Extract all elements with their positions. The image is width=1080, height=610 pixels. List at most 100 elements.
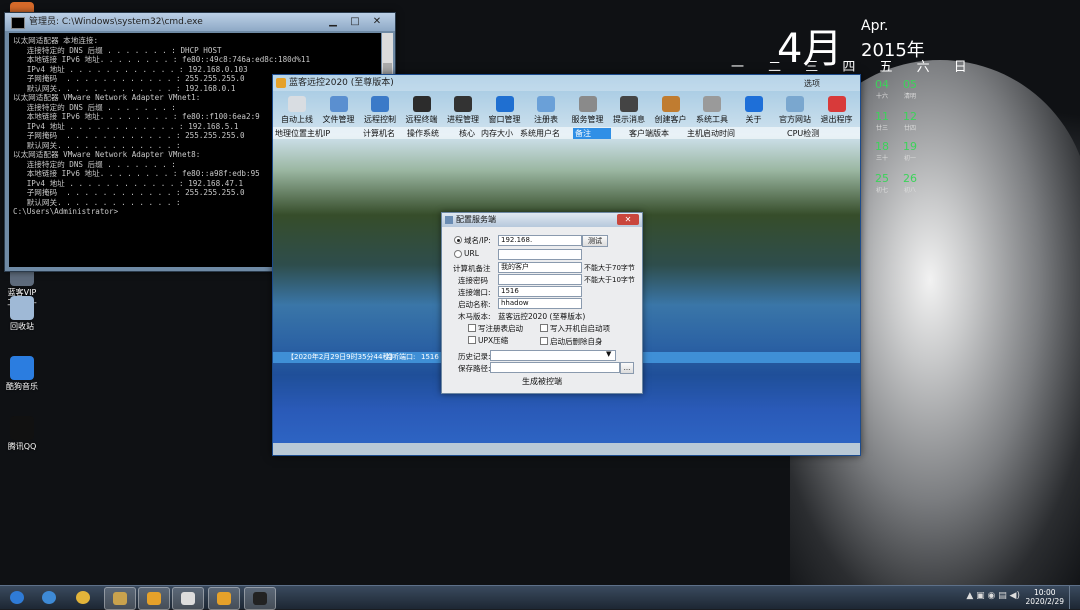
toolbar-button[interactable]: 提示消息 <box>607 93 651 125</box>
delete-checkbox[interactable] <box>540 337 548 345</box>
toolbar-button[interactable]: 文件管理 <box>317 93 361 125</box>
toolbar-button[interactable]: 系统工具 <box>690 93 734 125</box>
folder-icon <box>113 592 127 605</box>
taskbar-remote-app-button[interactable] <box>138 587 170 610</box>
app-shortcut-icon <box>10 416 34 440</box>
toolbar-button[interactable]: 关于 <box>732 93 776 125</box>
column-header[interactable]: 主机IP <box>307 128 330 139</box>
calendar-day[interactable]: 11 廿三 <box>870 110 894 132</box>
chevron-down-icon[interactable]: ▼ <box>606 350 611 358</box>
name-input[interactable]: hhadow <box>498 298 582 309</box>
desktop-icon[interactable]: 酷狗音乐 <box>4 356 40 392</box>
toolbar-label: 系统工具 <box>696 115 728 124</box>
calendar-day[interactable]: 12 廿四 <box>898 110 922 132</box>
toolbar-button[interactable]: 远程终端 <box>400 93 444 125</box>
history-select[interactable] <box>490 350 616 361</box>
column-header[interactable]: 客户端版本 <box>629 128 669 139</box>
taskbar-folder-button[interactable] <box>104 587 136 610</box>
options-menu[interactable]: 选项 <box>804 78 820 89</box>
calendar-day[interactable]: 18 三十 <box>870 140 894 162</box>
column-header[interactable]: 计算机名 <box>363 128 395 139</box>
browse-button[interactable]: ... <box>620 362 634 374</box>
info-icon <box>744 96 763 112</box>
dialog-close-icon[interactable]: ✕ <box>617 214 639 225</box>
taskbar-vivaldi-button[interactable] <box>34 587 64 608</box>
cmd-icon <box>11 17 25 29</box>
toolbar-button[interactable]: 官方网站 <box>773 93 817 125</box>
console-line: 以太网适配器 本地连接: <box>13 36 99 45</box>
generate-button[interactable]: 生成被控端 <box>450 376 634 388</box>
day-number: 26 <box>903 172 917 185</box>
toolbar-label: 关于 <box>745 115 762 124</box>
tray-icons[interactable]: ▲ ▣ ◉ ▤ ◀) <box>966 591 1020 601</box>
remark-input[interactable]: 我的客户 <box>498 262 582 273</box>
column-header[interactable]: 系统用户名 <box>520 128 560 139</box>
column-header[interactable]: 核心 <box>459 128 475 139</box>
domain-input[interactable]: 192.168. <box>498 235 582 246</box>
start-orb-icon <box>10 591 24 604</box>
toolbar-button[interactable]: 进程管理 <box>441 93 485 125</box>
column-header[interactable]: 主机启动时间 <box>687 128 735 139</box>
lunar-day: 初八 <box>903 187 916 194</box>
url-label: URL <box>464 249 479 258</box>
magnifier-icon <box>371 96 389 112</box>
config-server-dialog[interactable]: 配置服务端 ✕ 域名/IP: 192.168. 测试 URL 计算机备注 我的客… <box>441 212 643 394</box>
domain-label: 域名/IP: <box>464 236 491 245</box>
lunar-day: 十六 <box>875 93 888 100</box>
password-input[interactable] <box>498 274 582 285</box>
desktop-icon[interactable]: 回收站 <box>4 296 40 332</box>
taskbar-cmd-button[interactable] <box>244 587 276 610</box>
day-number: 18 <box>875 140 889 153</box>
close-icon[interactable]: ✕ <box>367 15 387 28</box>
toolbar-button[interactable]: 自动上线 <box>275 93 319 125</box>
calendar-day[interactable]: 04 十六 <box>870 78 894 100</box>
upx-checkbox[interactable] <box>468 336 476 344</box>
taskbar-start-orb-button[interactable] <box>2 587 32 608</box>
calendar-day[interactable]: 25 初七 <box>870 172 894 194</box>
desktop-icon[interactable]: 腾讯QQ <box>4 416 40 452</box>
toolbar-button[interactable]: 注册表 <box>524 93 568 125</box>
taskbar-clock[interactable]: 10:00 2020/2/29 <box>1026 588 1064 606</box>
port-input[interactable]: 1516 <box>498 286 582 297</box>
save-path-input[interactable] <box>490 362 620 373</box>
column-header[interactable]: 内存大小 <box>481 128 513 139</box>
camera-icon <box>181 592 195 605</box>
taskbar-blue-app-button[interactable] <box>208 587 240 610</box>
url-radio[interactable] <box>454 250 462 258</box>
column-header[interactable]: 地理位置 <box>275 128 307 139</box>
reg-checkbox[interactable] <box>468 324 476 332</box>
dialog-titlebar[interactable]: 配置服务端 ✕ <box>442 213 642 227</box>
password-hint: 不能大于10字节 <box>584 276 635 284</box>
calendar-day[interactable]: 19 初一 <box>898 140 922 162</box>
toolbar-button[interactable]: 窗口管理 <box>483 93 527 125</box>
app-titlebar[interactable]: 蓝客远控2020 (至尊版本) <box>273 75 860 91</box>
startup-checkbox[interactable] <box>540 324 548 332</box>
toolbar-button[interactable]: 创建客户 <box>649 93 693 125</box>
test-button[interactable]: 测试 <box>582 235 608 247</box>
toolbar-button[interactable]: 服务管理 <box>566 93 610 125</box>
calendar-day[interactable]: 05 清明 <box>898 78 922 100</box>
domain-radio[interactable] <box>454 236 462 244</box>
maximize-icon[interactable]: □ <box>345 15 365 28</box>
tools-icon <box>703 96 721 112</box>
toolbar-label: 窗口管理 <box>488 115 521 124</box>
column-header[interactable]: 操作系统 <box>407 128 439 139</box>
upx-label: UPX压缩 <box>478 336 509 345</box>
toolbar-button[interactable]: 退出程序 <box>815 93 859 125</box>
minimize-icon[interactable]: ▁ <box>323 15 343 28</box>
toolbar-button[interactable]: 远程控制 <box>358 93 402 125</box>
column-header[interactable]: CPU检测 <box>787 128 819 139</box>
cmd-titlebar[interactable]: 管理员: C:\Windows\system32\cmd.exe ▁ □ ✕ <box>5 13 395 31</box>
app-toolbar: 自动上线 文件管理 远程控制 远程终端 进程管理 窗口管理 注册表 服务管理 提示消息 创建客户系… <box>273 93 860 129</box>
column-header[interactable]: 备注 <box>573 128 611 139</box>
chrome-icon <box>76 591 90 604</box>
taskbar-chrome-button[interactable] <box>68 587 98 608</box>
remote-app-icon <box>147 592 161 605</box>
toolbar-label: 自动上线 <box>281 115 313 124</box>
cmd-icon <box>253 592 267 605</box>
url-input[interactable] <box>498 249 582 260</box>
calendar-day[interactable]: 26 初八 <box>898 172 922 194</box>
clock-date: 2020/2/29 <box>1025 597 1064 606</box>
taskbar-camera-button[interactable] <box>172 587 204 610</box>
show-desktop-button[interactable] <box>1069 586 1080 609</box>
